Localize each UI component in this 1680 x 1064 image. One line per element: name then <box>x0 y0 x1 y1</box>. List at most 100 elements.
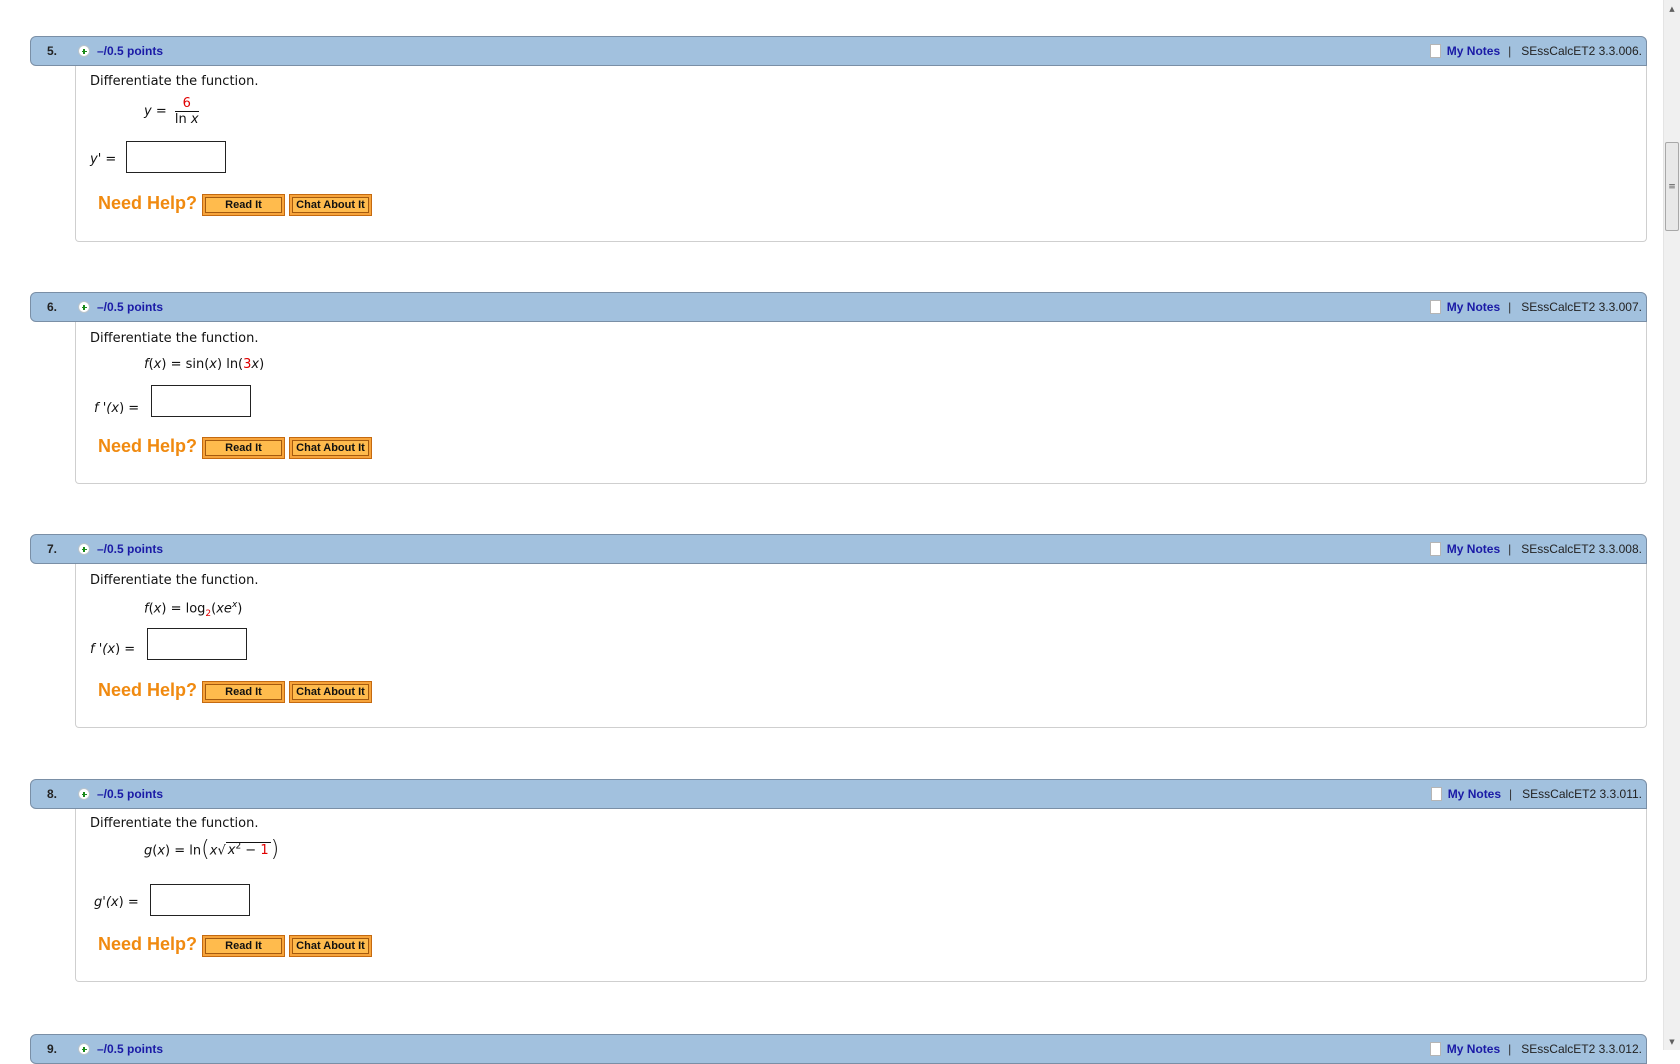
denominator-fn: ln <box>174 112 191 127</box>
chat-about-it-button[interactable]: Chat About It <box>289 194 372 216</box>
question-code: SEssCalcET2 3.3.012. <box>1521 1042 1642 1056</box>
answer-eq: ) = <box>118 895 139 910</box>
chat-about-it-label: Chat About It <box>292 197 369 213</box>
question-5: 5. –/0.5 points My Notes | SEssCalcET2 3… <box>30 36 1647 242</box>
question-6: 6. –/0.5 points My Notes | SEssCalcET2 3… <box>30 292 1647 484</box>
question-code: SEssCalcET2 3.3.011. <box>1522 787 1642 801</box>
scroll-down-arrow-icon[interactable]: ▼ <box>1664 1033 1680 1050</box>
read-it-label: Read It <box>205 440 282 456</box>
my-notes-link[interactable]: My Notes <box>1447 300 1500 314</box>
question-prompt: Differentiate the function. <box>90 331 259 346</box>
expand-plus-icon[interactable] <box>78 788 90 800</box>
radicand-minus: − <box>241 843 261 859</box>
points-link[interactable]: –/0.5 points <box>97 787 163 801</box>
expand-plus-icon[interactable] <box>78 543 90 555</box>
chat-about-it-label: Chat About It <box>292 938 369 954</box>
chat-about-it-button[interactable]: Chat About It <box>289 437 372 459</box>
answer-label: f '(x) = <box>90 642 135 657</box>
eq-var: x <box>157 843 166 859</box>
answer-input[interactable] <box>150 884 250 916</box>
expand-plus-icon[interactable] <box>78 45 90 57</box>
header-right: My Notes | SEssCalcET2 3.3.006. <box>1429 44 1642 58</box>
separator: | <box>1508 1042 1512 1056</box>
square-root: √ x2 − 1 <box>217 842 271 859</box>
read-it-button[interactable]: Read It <box>202 935 285 957</box>
question-number: 6. <box>47 300 58 314</box>
answer-input[interactable] <box>126 141 226 173</box>
points-link[interactable]: –/0.5 points <box>97 542 163 556</box>
chat-about-it-button[interactable]: Chat About It <box>289 681 372 703</box>
read-it-button[interactable]: Read It <box>202 194 285 216</box>
scrollbar-thumb[interactable]: ≡ <box>1665 142 1679 231</box>
question-body: Differentiate the function. y = 6 ln x y'… <box>75 66 1647 242</box>
question-code: SEssCalcET2 3.3.007. <box>1521 300 1642 314</box>
answer-var: x <box>111 401 120 416</box>
expand-plus-icon[interactable] <box>78 1043 90 1055</box>
eq-lhs: y <box>144 104 152 119</box>
scroll-up-arrow-icon[interactable]: ▲ <box>1664 0 1680 17</box>
radical-sign: √ <box>217 843 226 859</box>
radicand: x2 − 1 <box>225 842 271 859</box>
eq-var: x <box>251 357 260 372</box>
separator: | <box>1508 44 1512 58</box>
my-notes-link[interactable]: My Notes <box>1447 44 1500 58</box>
answer-fn: g'( <box>94 895 111 910</box>
question-8: 8. –/0.5 points My Notes | SEssCalcET2 3… <box>30 779 1647 982</box>
points-link[interactable]: –/0.5 points <box>97 300 163 314</box>
question-body: Differentiate the function. f(x) = log2(… <box>75 564 1647 728</box>
my-notes-link[interactable]: My Notes <box>1447 1042 1500 1056</box>
question-number: 5. <box>47 44 58 58</box>
notes-page-icon[interactable] <box>1429 44 1441 58</box>
question-code: SEssCalcET2 3.3.006. <box>1521 44 1642 58</box>
question-number: 7. <box>47 542 58 556</box>
question-number: 9. <box>47 1042 58 1056</box>
notes-page-icon[interactable] <box>1429 542 1441 556</box>
answer-input[interactable] <box>147 628 247 660</box>
eq-big-lparen: ( <box>201 837 210 863</box>
equation: y = 6 ln x <box>144 96 199 127</box>
equation: f(x) = sin(x) ln(3x) <box>144 357 264 372</box>
points-link[interactable]: –/0.5 points <box>97 1042 163 1056</box>
equation: f(x) = log2(xex) <box>144 600 242 619</box>
eq-ln: ) ln( <box>217 357 244 372</box>
eq-var: x <box>209 357 217 372</box>
question-header: 8. –/0.5 points My Notes | SEssCalcET2 3… <box>30 779 1647 809</box>
radicand-constant: 1 <box>260 843 269 859</box>
answer-fn: f '( <box>90 642 108 657</box>
notes-page-icon[interactable] <box>1429 1042 1441 1056</box>
separator: | <box>1509 787 1513 801</box>
question-body: Differentiate the function. f(x) = sin(x… <box>75 322 1647 484</box>
need-help-label: Need Help? <box>98 436 198 456</box>
assignment-page: 5. –/0.5 points My Notes | SEssCalcET2 3… <box>0 0 1663 1064</box>
answer-var: x <box>110 895 119 910</box>
my-notes-link[interactable]: My Notes <box>1447 542 1500 556</box>
need-help-label: Need Help? <box>98 193 198 213</box>
read-it-button[interactable]: Read It <box>202 437 285 459</box>
question-code: SEssCalcET2 3.3.008. <box>1521 542 1642 556</box>
question-9: 9. –/0.5 points My Notes | SEssCalcET2 3… <box>30 1034 1647 1064</box>
notes-page-icon[interactable] <box>1430 787 1442 801</box>
fraction: 6 ln x <box>174 96 199 127</box>
numerator: 6 <box>174 96 199 112</box>
notes-page-icon[interactable] <box>1429 300 1441 314</box>
eq-big-rparen: ) <box>270 837 280 863</box>
chat-about-it-button[interactable]: Chat About It <box>289 935 372 957</box>
eq-sin: = sin( <box>166 357 210 372</box>
eq-log: = log <box>166 601 206 617</box>
eq-arg: xe <box>216 601 232 617</box>
equation: g(x) = ln(x√ x2 − 1) <box>144 839 279 861</box>
question-7: 7. –/0.5 points My Notes | SEssCalcET2 3… <box>30 534 1647 728</box>
my-notes-link[interactable]: My Notes <box>1448 787 1501 801</box>
chat-about-it-label: Chat About It <box>292 684 369 700</box>
vertical-scrollbar[interactable]: ▲ ≡ ▼ <box>1663 0 1680 1050</box>
question-header: 5. –/0.5 points My Notes | SEssCalcET2 3… <box>30 36 1647 66</box>
eq-equals: = <box>151 104 171 119</box>
answer-input[interactable] <box>151 385 251 417</box>
points-link[interactable]: –/0.5 points <box>97 44 163 58</box>
question-prompt: Differentiate the function. <box>90 573 259 588</box>
answer-var: x <box>107 642 116 657</box>
denominator: ln x <box>175 112 199 127</box>
answer-label: f '(x) = <box>94 401 139 416</box>
expand-plus-icon[interactable] <box>78 301 90 313</box>
read-it-button[interactable]: Read It <box>202 681 285 703</box>
